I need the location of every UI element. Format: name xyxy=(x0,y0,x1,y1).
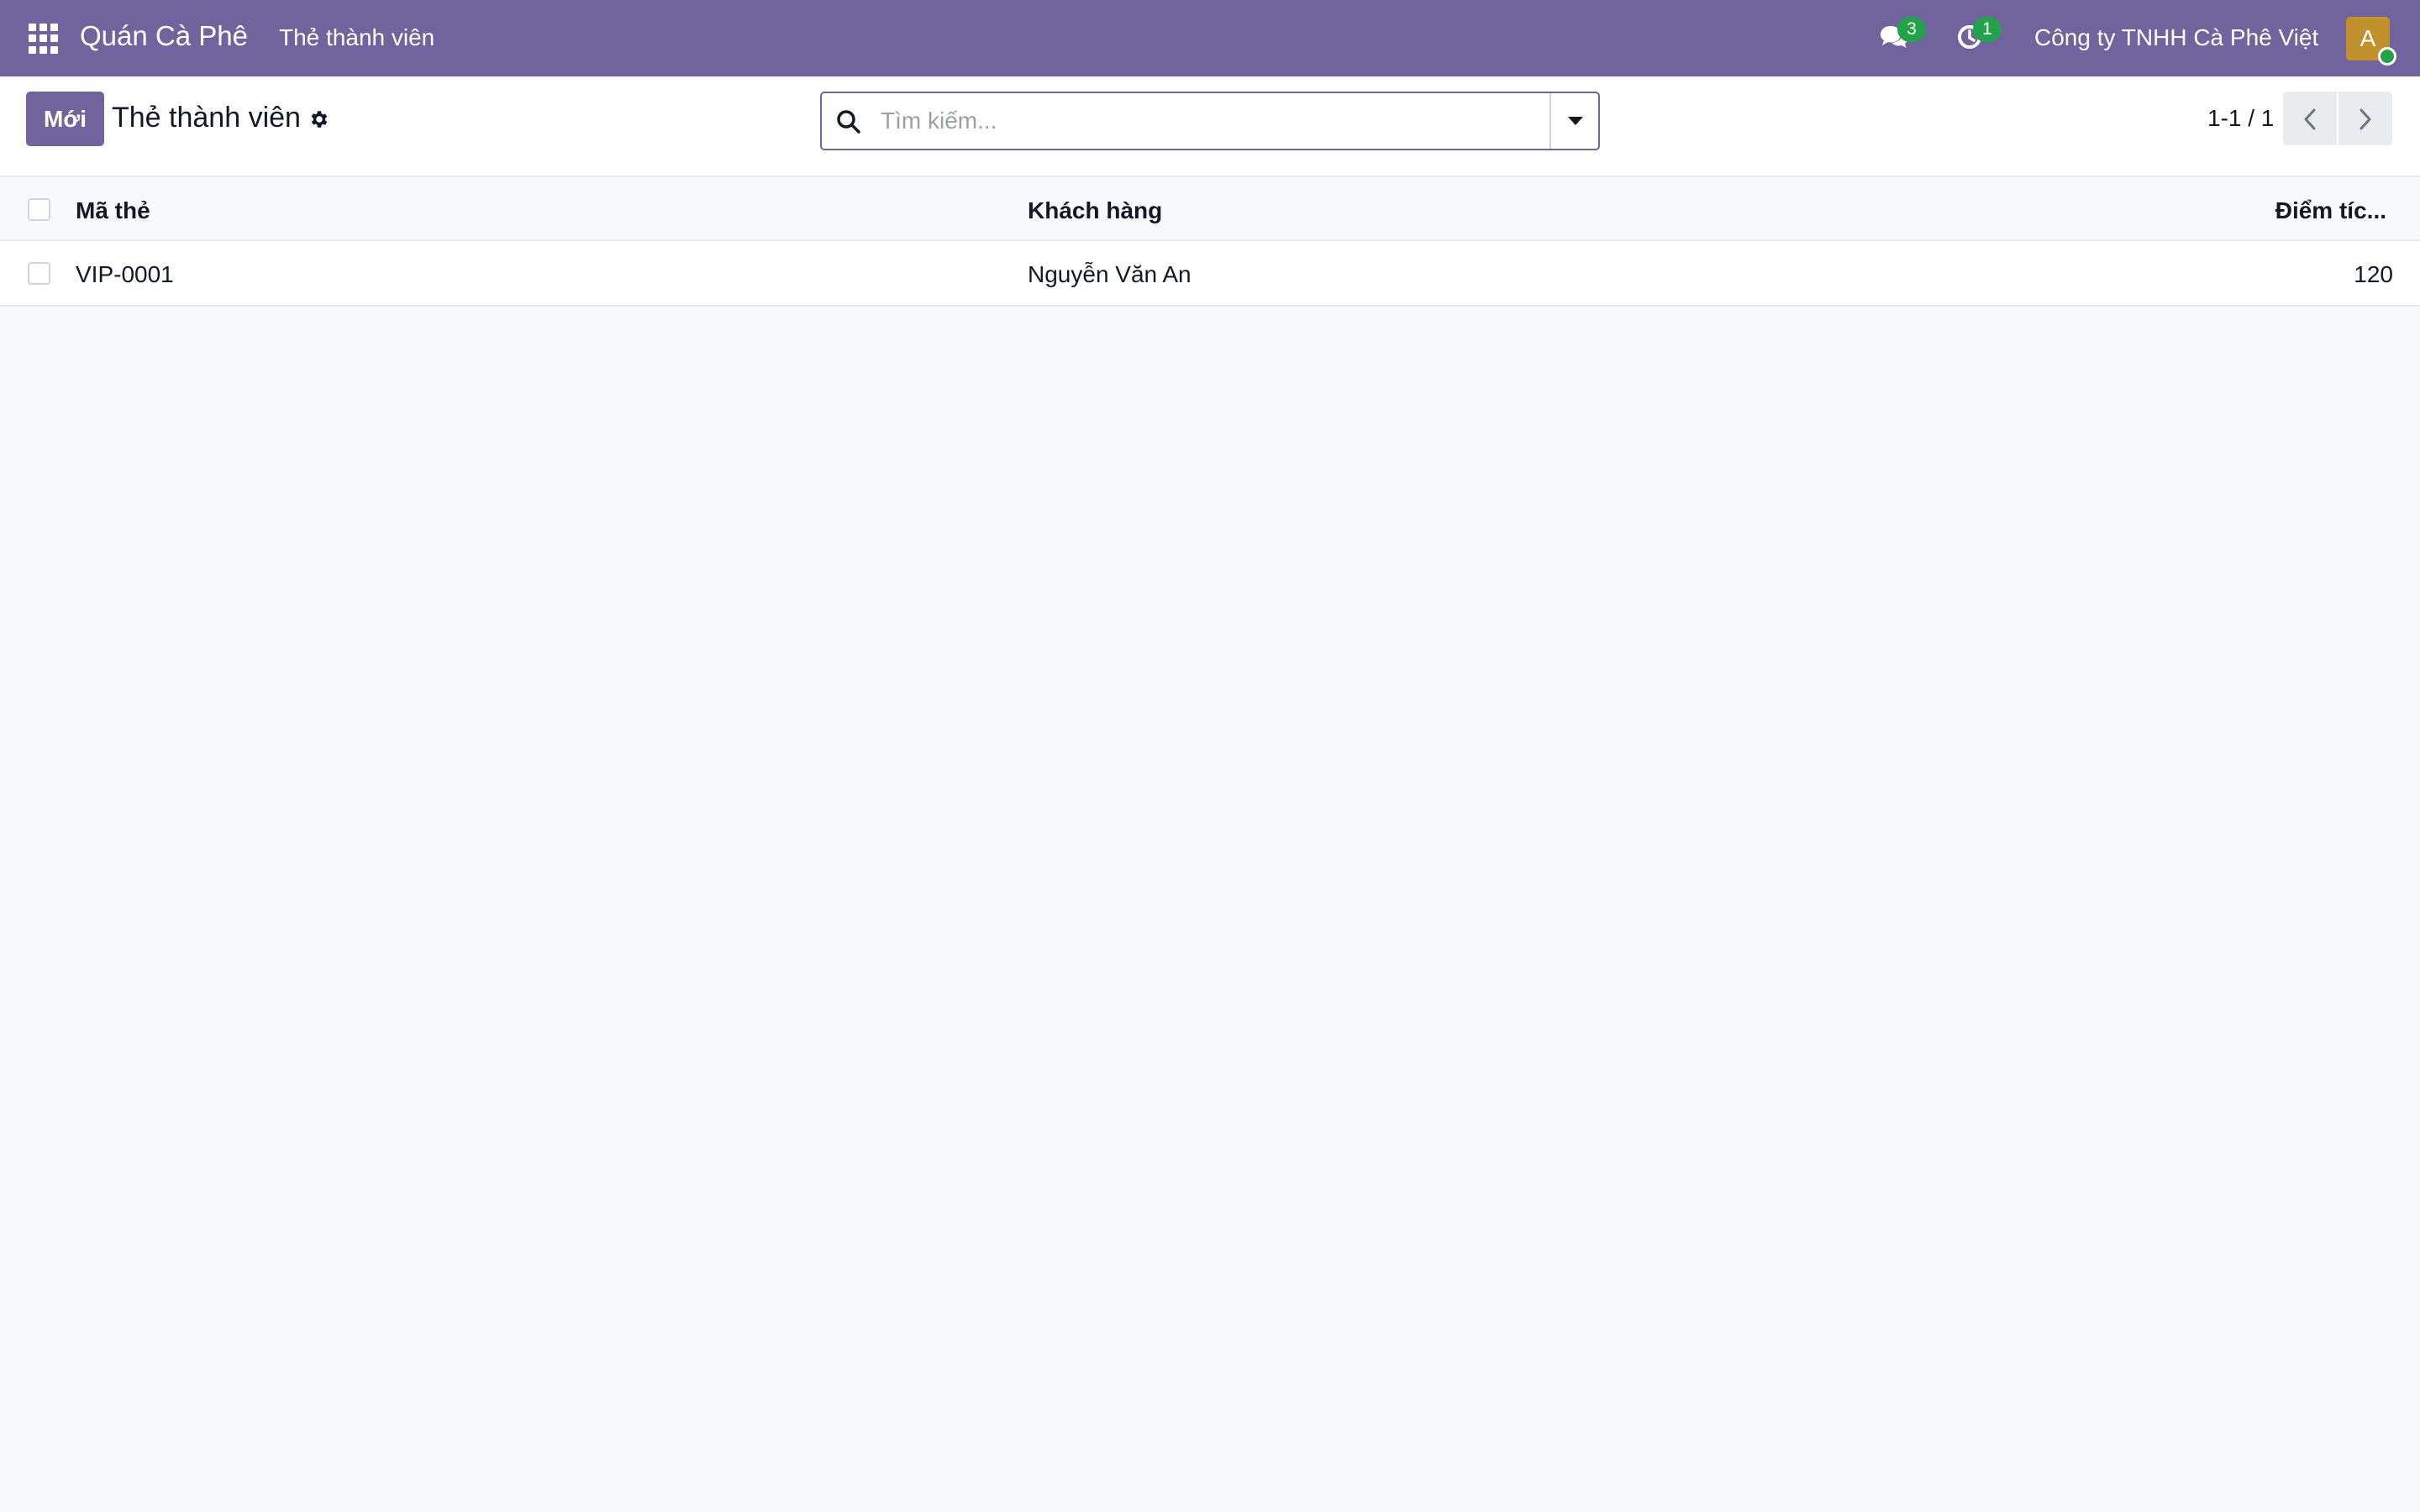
menu-item-membership-cards[interactable]: Thẻ thành viên xyxy=(279,24,434,51)
search-bar xyxy=(820,92,1600,150)
page-title: Thẻ thành viên xyxy=(112,102,301,134)
cell-card-code: VIP-0001 xyxy=(76,261,174,287)
company-switcher[interactable]: Công ty TNHH Cà Phê Việt xyxy=(2034,24,2318,51)
search-input[interactable] xyxy=(881,98,1519,144)
caret-down-icon xyxy=(1568,117,1583,125)
list-table: Mã thẻ Khách hàng Điểm tíc... VIP-0001 N… xyxy=(0,177,2420,307)
top-navbar: Quán Cà Phê Thẻ thành viên 3 1 Công ty T… xyxy=(0,0,2420,76)
pager-previous-button[interactable] xyxy=(2283,92,2337,145)
app-name[interactable]: Quán Cà Phê xyxy=(80,20,248,52)
table-row[interactable]: VIP-0001 Nguyễn Văn An 120 xyxy=(0,241,2420,307)
chevron-left-icon xyxy=(2304,108,2316,130)
table-header-row: Mã thẻ Khách hàng Điểm tíc... xyxy=(0,177,2420,241)
gear-icon[interactable] xyxy=(308,108,330,130)
avatar-initial: A xyxy=(2360,25,2376,51)
cell-customer: Nguyễn Văn An xyxy=(1028,261,1192,287)
activities-button[interactable]: 1 xyxy=(1956,17,2015,59)
chevron-right-icon xyxy=(2360,108,2371,130)
messages-button[interactable]: 3 xyxy=(1879,17,1938,59)
column-header-customer[interactable]: Khách hàng xyxy=(1028,197,1162,224)
search-options-toggle[interactable] xyxy=(1549,93,1598,149)
pager-next-button[interactable] xyxy=(2338,92,2392,145)
new-button[interactable]: Mới xyxy=(26,92,104,146)
app-grid-icon[interactable] xyxy=(29,24,59,54)
row-checkbox[interactable] xyxy=(28,262,50,285)
control-panel: Mới Thẻ thành viên 1-1 / 1 xyxy=(0,76,2420,177)
pager-value[interactable]: 1-1 / 1 xyxy=(2207,105,2274,132)
online-status-dot xyxy=(2378,47,2396,66)
cell-points: 120 xyxy=(2354,261,2393,287)
user-avatar[interactable]: A xyxy=(2346,17,2396,66)
column-header-card-code[interactable]: Mã thẻ xyxy=(76,197,150,224)
messages-count-badge: 3 xyxy=(1897,17,1926,42)
activities-count-badge: 1 xyxy=(1973,17,2002,42)
search-icon xyxy=(837,110,860,134)
select-all-checkbox[interactable] xyxy=(28,198,50,221)
column-header-points[interactable]: Điểm tíc... xyxy=(2275,197,2386,224)
